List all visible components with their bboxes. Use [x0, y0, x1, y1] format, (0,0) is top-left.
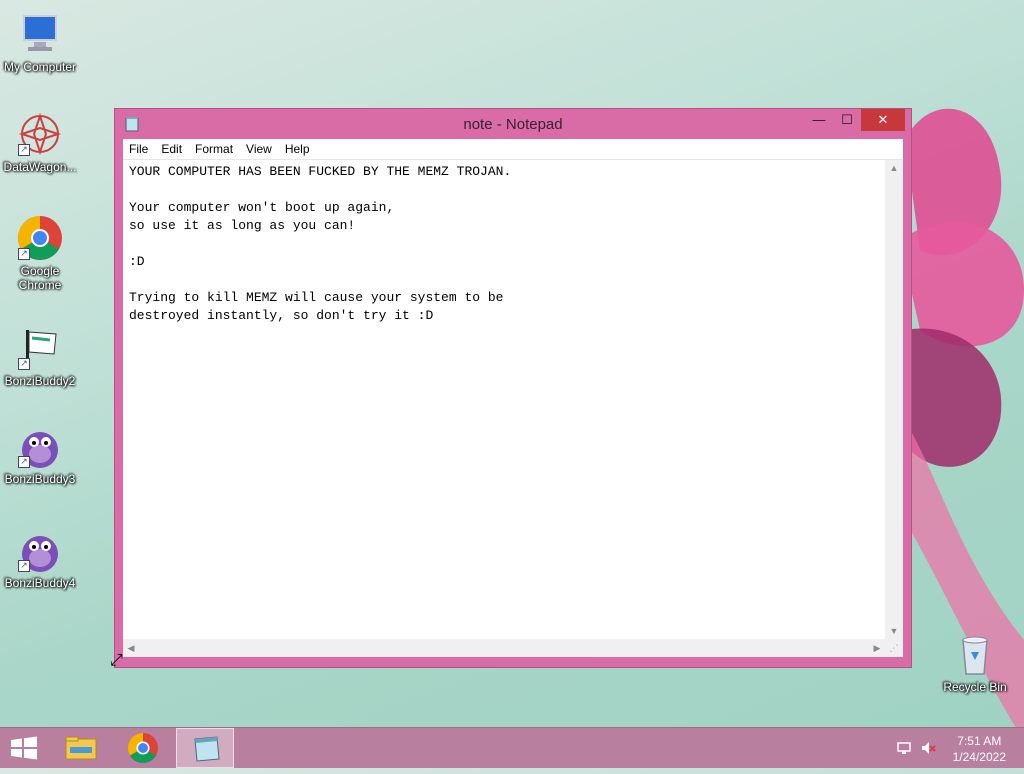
scroll-right-icon[interactable]: ▶: [869, 639, 885, 657]
scroll-down-icon[interactable]: ▼: [885, 623, 903, 639]
notepad-window[interactable]: note - Notepad — ☐ ✕ File Edit Format Vi…: [114, 108, 912, 668]
datawagon-icon: ↗: [16, 110, 64, 158]
network-icon[interactable]: [896, 740, 912, 756]
shortcut-arrow-icon: ↗: [18, 560, 30, 572]
desktop-icon-label: DataWagon...: [3, 160, 77, 174]
shortcut-arrow-icon: ↗: [18, 358, 30, 370]
menu-edit[interactable]: Edit: [161, 142, 182, 156]
taskbar-chrome[interactable]: [114, 728, 172, 768]
title-bar[interactable]: note - Notepad — ☐ ✕: [115, 109, 911, 139]
text-editor[interactable]: YOUR COMPUTER HAS BEEN FUCKED BY THE MEM…: [123, 159, 903, 657]
chrome-icon: [127, 733, 158, 764]
resize-grip-icon[interactable]: ⋰: [885, 639, 903, 657]
desktop-icon-label: BonziBuddy2: [4, 374, 76, 388]
volume-muted-icon[interactable]: [920, 740, 936, 756]
desktop-icon-bonzibuddy2[interactable]: ↗ BonziBuddy2: [0, 324, 80, 388]
desktop-icon-chrome[interactable]: ↗ Google Chrome: [0, 214, 80, 292]
desktop-icon-bonzibuddy3[interactable]: ↗ BonziBuddy3: [0, 422, 80, 486]
menu-help[interactable]: Help: [285, 142, 310, 156]
clock[interactable]: 7:51 AM 1/24/2022: [953, 733, 1006, 765]
resize-cursor-icon: ⤢: [110, 652, 123, 669]
menu-bar: File Edit Format View Help: [123, 139, 903, 159]
desktop-icon-recycle-bin[interactable]: Recycle Bin: [935, 630, 1015, 694]
menu-view[interactable]: View: [246, 142, 272, 156]
taskbar-file-explorer[interactable]: [52, 728, 110, 768]
desktop-icon-label: BonziBuddy3: [4, 472, 76, 486]
bonzi-gorilla-icon: ↗: [16, 422, 64, 470]
scroll-up-icon[interactable]: ▲: [885, 160, 903, 176]
window-title: note - Notepad: [463, 116, 563, 133]
menu-file[interactable]: File: [129, 142, 148, 156]
maximize-button[interactable]: ☐: [833, 109, 861, 131]
system-tray: 7:51 AM 1/24/2022: [884, 728, 1024, 768]
shortcut-arrow-icon: ↗: [18, 248, 30, 260]
horizontal-scrollbar[interactable]: ◀ ▶: [123, 639, 885, 657]
start-button[interactable]: [0, 728, 48, 768]
file-explorer-icon: [65, 736, 97, 760]
desktop-icon-my-computer[interactable]: My Computer: [0, 10, 80, 74]
desktop-icon-label: My Computer: [3, 60, 77, 74]
close-button[interactable]: ✕: [861, 109, 905, 131]
minimize-button[interactable]: —: [805, 109, 833, 131]
clock-date: 1/24/2022: [952, 750, 1006, 764]
taskbar-notepad[interactable]: [176, 728, 234, 768]
recycle-bin-icon: [951, 630, 999, 678]
notepad-icon: [194, 736, 220, 762]
start-icon: [11, 736, 37, 760]
clock-time: 7:51 AM: [957, 734, 1002, 748]
note-text[interactable]: YOUR COMPUTER HAS BEEN FUCKED BY THE MEM…: [129, 163, 881, 637]
chrome-icon: ↗: [16, 214, 64, 262]
vertical-scrollbar[interactable]: ▲ ▼: [885, 160, 903, 639]
desktop-icon-label: Google Chrome: [18, 264, 62, 292]
desktop-icon-label: Recycle Bin: [943, 680, 1007, 694]
scroll-left-icon[interactable]: ◀: [123, 639, 139, 657]
shortcut-arrow-icon: ↗: [18, 144, 30, 156]
desktop-icon-bonzibuddy4[interactable]: ↗ BonziBuddy4: [0, 526, 80, 590]
bonzi-flag-icon: ↗: [16, 324, 64, 372]
shortcut-arrow-icon: ↗: [18, 456, 30, 468]
desktop-icon-datawagon[interactable]: ↗ DataWagon...: [0, 110, 80, 174]
menu-format[interactable]: Format: [195, 142, 233, 156]
taskbar: 7:51 AM 1/24/2022: [0, 727, 1024, 768]
desktop-icon-label: BonziBuddy4: [4, 576, 76, 590]
computer-icon: [16, 10, 64, 58]
bonzi-gorilla-icon: ↗: [16, 526, 64, 574]
